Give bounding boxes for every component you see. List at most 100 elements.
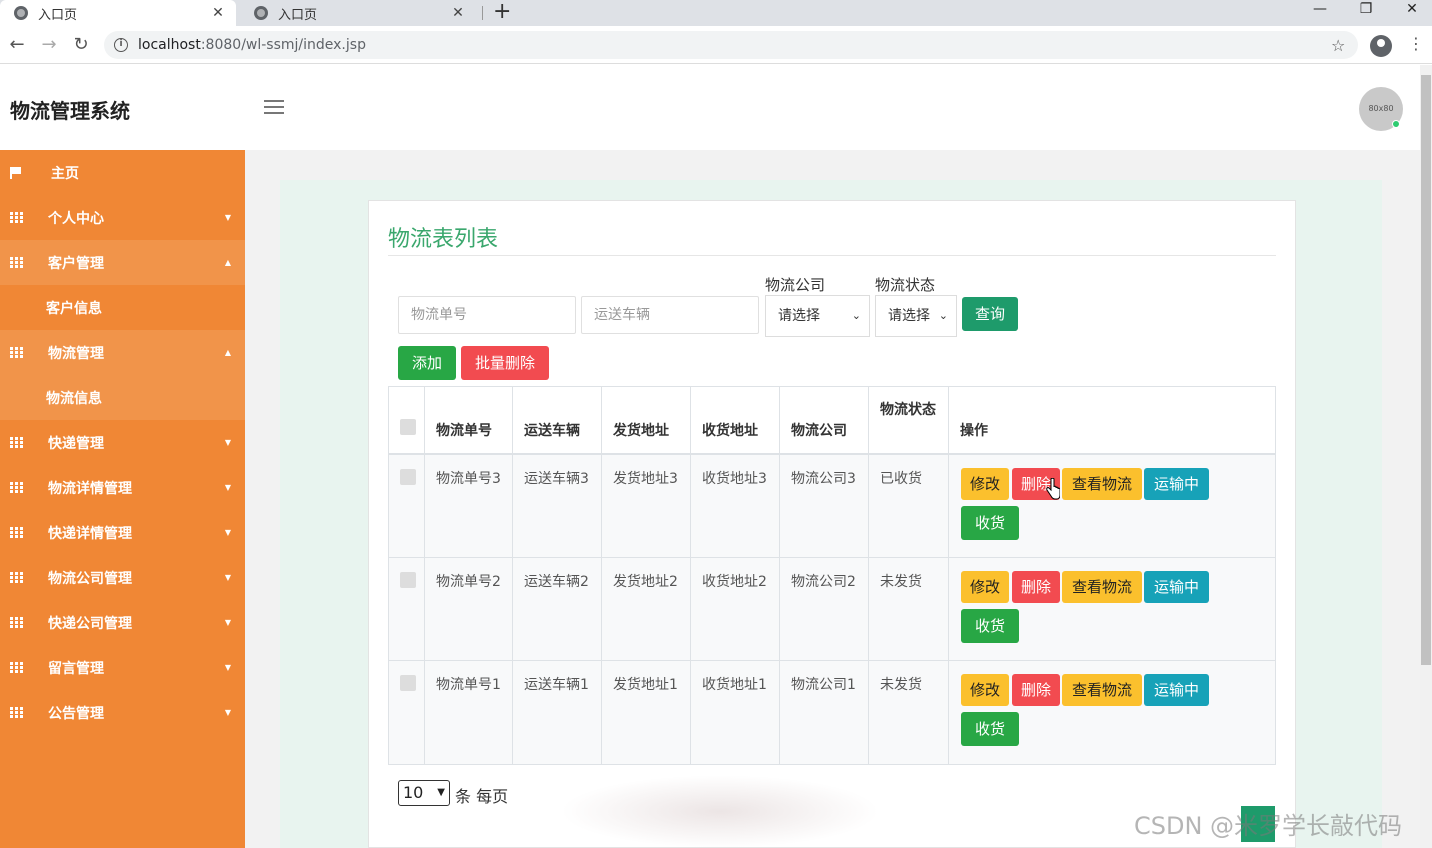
globe-icon <box>14 6 28 20</box>
table-row: 物流单号2 运送车辆2 发货地址2 收货地址2 物流公司2 未发货 修改 删除 … <box>389 558 1275 661</box>
status-select[interactable]: 请选择 ⌄ <box>875 295 957 337</box>
header-vehicle: 运送车辆 <box>513 387 602 453</box>
cell-vehicle: 运送车辆2 <box>513 558 602 660</box>
sidebar-item-label: 快递公司管理 <box>48 615 132 632</box>
edit-button[interactable]: 修改 <box>961 468 1009 500</box>
order-number-input[interactable]: 物流单号 <box>398 296 576 334</box>
scrollbar-thumb[interactable] <box>1421 75 1431 665</box>
flag-icon <box>10 166 22 179</box>
status-select-value: 请选择 <box>888 308 930 324</box>
company-select[interactable]: 请选择 ⌄ <box>765 295 870 337</box>
batch-delete-button[interactable]: 批量删除 <box>461 346 549 380</box>
shipping-button[interactable]: 运输中 <box>1144 468 1209 500</box>
chevron-down-icon: ▼ <box>437 787 445 798</box>
cell-to: 收货地址3 <box>691 455 780 557</box>
caret-down-icon: ▼ <box>224 663 231 672</box>
vehicle-input[interactable]: 运送车辆 <box>581 296 759 334</box>
edit-button[interactable]: 修改 <box>961 674 1009 706</box>
caret-down-icon: ▼ <box>224 573 231 582</box>
profile-icon[interactable] <box>1370 35 1392 57</box>
browser-tab-bar: 入口页 ✕ 入口页 ✕ + — ❐ ✕ <box>0 0 1432 26</box>
receive-button[interactable]: 收货 <box>961 506 1019 540</box>
add-button[interactable]: 添加 <box>398 346 456 380</box>
browser-tab-1[interactable]: 入口页 ✕ <box>0 0 236 26</box>
window-close-icon[interactable]: ✕ <box>1390 0 1432 22</box>
grid-icon <box>10 482 23 493</box>
sidebar-subitem-customer-info[interactable]: 客户信息 <box>0 285 245 330</box>
back-arrow-icon[interactable]: ← <box>5 33 29 57</box>
shipping-button[interactable]: 运输中 <box>1144 571 1209 603</box>
query-button[interactable]: 查询 <box>962 297 1018 331</box>
sidebar-item-label: 客户管理 <box>48 255 104 272</box>
sidebar-item-label: 主页 <box>51 165 79 182</box>
browser-tab-2[interactable]: 入口页 ✕ <box>240 0 476 26</box>
brand-title: 物流管理系统 <box>10 99 130 123</box>
sidebar-item-logistics-detail-management[interactable]: 物流详情管理 ▼ <box>0 465 245 510</box>
kebab-menu-icon[interactable]: ⋮ <box>1408 34 1424 54</box>
close-icon[interactable]: ✕ <box>450 5 466 21</box>
cell-from: 发货地址3 <box>602 455 691 557</box>
cell-from: 发货地址1 <box>602 661 691 764</box>
sidebar-item-home[interactable]: 主页 <box>0 150 245 195</box>
sidebar-item-notice-management[interactable]: 公告管理 ▼ <box>0 690 245 735</box>
forward-arrow-icon[interactable]: → <box>37 33 61 57</box>
sidebar-item-label: 物流信息 <box>46 390 102 407</box>
view-logistics-button[interactable]: 查看物流 <box>1062 674 1142 706</box>
page-scrollbar[interactable] <box>1420 65 1432 848</box>
sidebar-item-express-company-management[interactable]: 快递公司管理 ▼ <box>0 600 245 645</box>
shipping-button[interactable]: 运输中 <box>1144 674 1209 706</box>
cell-operations: 修改 删除 查看物流 运输中 收货 <box>949 455 1275 557</box>
grid-icon <box>10 212 23 223</box>
delete-button[interactable]: 删除 <box>1012 571 1060 603</box>
app-header: 物流管理系统 80x80 <box>0 65 1420 150</box>
new-tab-icon[interactable]: + <box>493 0 511 26</box>
sidebar-item-message-management[interactable]: 留言管理 ▼ <box>0 645 245 690</box>
sidebar-item-express-detail-management[interactable]: 快递详情管理 ▼ <box>0 510 245 555</box>
header-order: 物流单号 <box>425 387 513 453</box>
address-bar[interactable]: i localhost:8080/wl-ssmj/index.jsp <box>104 31 1358 59</box>
page-size-select[interactable]: 10 ▼ <box>398 780 450 806</box>
sidebar-subitem-logistics-info[interactable]: 物流信息 <box>0 375 245 420</box>
restore-icon[interactable]: ❐ <box>1344 0 1388 22</box>
globe-icon <box>254 6 268 20</box>
online-status-icon <box>1392 120 1400 128</box>
sidebar-item-logistics-management[interactable]: 物流管理 ▲ <box>0 330 245 375</box>
grid-icon <box>10 707 23 718</box>
grid-icon <box>10 617 23 628</box>
avatar[interactable]: 80x80 <box>1359 87 1403 131</box>
info-icon[interactable]: i <box>114 38 128 52</box>
cell-status: 未发货 <box>869 558 949 660</box>
title-divider <box>388 255 1276 256</box>
header-company: 物流公司 <box>780 387 869 453</box>
cell-to: 收货地址2 <box>691 558 780 660</box>
edit-button[interactable]: 修改 <box>961 571 1009 603</box>
tab-separator <box>482 6 483 20</box>
sidebar-item-label: 快递管理 <box>48 435 104 452</box>
view-logistics-button[interactable]: 查看物流 <box>1062 571 1142 603</box>
receive-button[interactable]: 收货 <box>961 712 1019 746</box>
row-checkbox[interactable] <box>400 469 416 485</box>
grid-icon <box>10 257 23 268</box>
caret-down-icon: ▼ <box>224 438 231 447</box>
row-checkbox[interactable] <box>400 572 416 588</box>
hamburger-menu-icon[interactable] <box>264 100 284 116</box>
blurred-region <box>560 775 880 848</box>
sidebar-item-personal-center[interactable]: 个人中心 ▼ <box>0 195 245 240</box>
close-icon[interactable]: ✕ <box>210 5 226 21</box>
row-checkbox[interactable] <box>400 675 416 691</box>
minimize-icon[interactable]: — <box>1298 0 1342 22</box>
sidebar-item-logistics-company-management[interactable]: 物流公司管理 ▼ <box>0 555 245 600</box>
star-icon[interactable]: ☆ <box>1331 36 1345 55</box>
receive-button[interactable]: 收货 <box>961 609 1019 643</box>
cell-from: 发货地址2 <box>602 558 691 660</box>
select-all-checkbox[interactable] <box>400 419 416 435</box>
caret-down-icon: ▼ <box>224 483 231 492</box>
sidebar-item-express-management[interactable]: 快递管理 ▼ <box>0 420 245 465</box>
cell-company: 物流公司3 <box>780 455 869 557</box>
view-logistics-button[interactable]: 查看物流 <box>1062 468 1142 500</box>
grid-icon <box>10 437 23 448</box>
reload-icon[interactable]: ↻ <box>69 33 93 57</box>
table-row: 物流单号3 运送车辆3 发货地址3 收货地址3 物流公司3 已收货 修改 删除 … <box>389 455 1275 558</box>
delete-button[interactable]: 删除 <box>1012 674 1060 706</box>
sidebar-item-customer-management[interactable]: 客户管理 ▲ <box>0 240 245 285</box>
